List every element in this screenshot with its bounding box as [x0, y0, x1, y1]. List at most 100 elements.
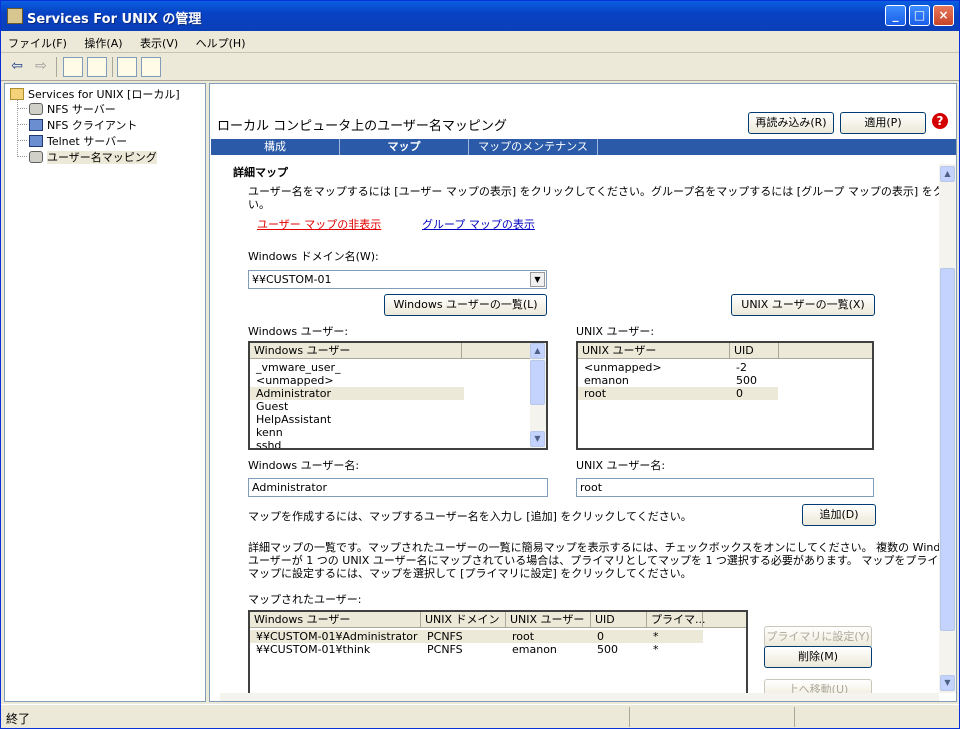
list-header: Windows ユーザー: [250, 343, 530, 359]
column-header-windows-user[interactable]: Windows ユーザー: [250, 343, 462, 359]
list-windows-users-button[interactable]: Windows ユーザーの一覧(L): [384, 294, 547, 316]
show-tree-icon[interactable]: [87, 57, 107, 77]
map-section: 詳細マップ ユーザー名をマップするには [ユーザー マップの表示] をクリックし…: [210, 164, 956, 701]
tab-map[interactable]: マップ: [340, 139, 469, 155]
list-unix-users-button[interactable]: UNIX ユーザーの一覧(X): [731, 294, 875, 316]
menu-bar: ファイル(F) 操作(A) 表示(V) ヘルプ(H): [1, 31, 959, 53]
tree-line: [17, 108, 27, 109]
title-bar[interactable]: Services For UNIX の管理 _ □ ×: [1, 1, 959, 31]
properties-icon[interactable]: [117, 57, 137, 77]
list-item[interactable]: emanon 500: [578, 374, 778, 387]
app-icon: [7, 8, 23, 24]
back-icon[interactable]: ⇦: [7, 57, 27, 77]
forward-icon[interactable]: ⇨: [31, 57, 51, 77]
map-description-wrap: い。: [248, 198, 270, 211]
mapped-users-list[interactable]: Windows ユーザー UNIX ドメイン UNIX ユーザー UID プライ…: [248, 610, 748, 696]
tree-item-nfs-client[interactable]: NFS クライアント: [29, 117, 137, 133]
help-icon[interactable]: ?: [932, 113, 948, 129]
details-pane: ローカル コンピュータ上のユーザー名マッピング 再読み込み(R) 適用(P) ?…: [209, 83, 957, 702]
windows-users-label: Windows ユーザー:: [248, 325, 349, 338]
database-icon: [29, 151, 43, 163]
unix-users-list[interactable]: UNIX ユーザー UID <unmapped> -2 emanon 500 r…: [576, 341, 874, 450]
scroll-thumb[interactable]: [530, 360, 545, 405]
list-scrollbar[interactable]: ▲ ▼: [530, 343, 546, 448]
list-item[interactable]: <unmapped> -2: [578, 361, 778, 374]
domain-label: Windows ドメイン名(W):: [248, 250, 379, 263]
scroll-down-icon[interactable]: ▼: [940, 675, 955, 691]
tab-bar: 構成 マップ マップのメンテナンス: [211, 139, 956, 155]
tab-map-maintenance[interactable]: マップのメンテナンス: [469, 139, 598, 155]
scroll-down-icon[interactable]: ▼: [530, 431, 545, 447]
chevron-down-icon[interactable]: ▼: [530, 272, 545, 287]
tree-line: [17, 156, 27, 157]
page-title: ローカル コンピュータ上のユーザー名マッピング: [217, 119, 507, 134]
list-item[interactable]: kenn: [250, 426, 464, 439]
windows-user-name-label: Windows ユーザー名:: [248, 459, 360, 472]
status-divider: [629, 707, 630, 727]
menu-file[interactable]: ファイル(F): [1, 31, 74, 51]
up-folder-icon[interactable]: [63, 57, 83, 77]
window-title: Services For UNIX の管理: [27, 12, 202, 27]
tab-configuration[interactable]: 構成: [211, 139, 340, 155]
map-description: ユーザー名をマップするには [ユーザー マップの表示] をクリックしてください。…: [248, 185, 957, 198]
tree-root[interactable]: Services for UNIX [ローカル]: [10, 86, 180, 102]
section-heading: 詳細マップ: [233, 166, 288, 179]
column-header-windows-user[interactable]: Windows ユーザー: [250, 612, 421, 628]
maximize-button[interactable]: □: [909, 5, 930, 26]
hide-user-map-link[interactable]: ユーザー マップの非表示: [257, 216, 381, 232]
list-item-selected[interactable]: root 0: [578, 387, 778, 400]
column-header-uid[interactable]: UID: [591, 612, 647, 628]
tree-line: [17, 124, 27, 125]
server-icon: [29, 103, 43, 115]
scroll-thumb[interactable]: [940, 268, 955, 631]
tree-item-nfs-server[interactable]: NFS サーバー: [29, 101, 116, 117]
scroll-up-icon[interactable]: ▲: [940, 166, 955, 182]
scroll-up-icon[interactable]: ▲: [530, 343, 545, 359]
horizontal-scrollbar[interactable]: [220, 693, 939, 701]
create-instruction: マップを作成するには、マップするユーザー名を入力し [追加] をクリックしてくだ…: [248, 510, 692, 523]
reload-button[interactable]: 再読み込み(R): [748, 112, 834, 134]
main-window: Services For UNIX の管理 _ □ × ファイル(F) 操作(A…: [0, 0, 960, 729]
apply-button[interactable]: 適用(P): [840, 112, 926, 134]
domain-select[interactable]: ¥¥CUSTOM-01 ▼: [248, 270, 547, 289]
list-item-selected[interactable]: Administrator: [250, 387, 464, 400]
help-topics-icon[interactable]: [141, 57, 161, 77]
close-button[interactable]: ×: [933, 5, 954, 26]
column-header-unix-domain[interactable]: UNIX ドメイン: [421, 612, 506, 628]
add-button[interactable]: 追加(D): [802, 504, 876, 526]
table-row[interactable]: ¥¥CUSTOM-01¥think PCNFS emanon 500 *: [250, 643, 703, 656]
list-item[interactable]: HelpAssistant: [250, 413, 464, 426]
unix-users-label: UNIX ユーザー:: [576, 325, 655, 338]
list-item[interactable]: <unmapped>: [250, 374, 464, 387]
status-bar: 終了: [1, 704, 959, 728]
tree-item-telnet-server[interactable]: Telnet サーバー: [29, 133, 127, 149]
column-header-uid[interactable]: UID: [730, 343, 779, 359]
toolbar-separator: [56, 57, 57, 77]
windows-users-list[interactable]: Windows ユーザー _vmware_user_ <unmapped> Ad…: [248, 341, 548, 450]
list-item[interactable]: Guest: [250, 400, 464, 413]
set-primary-button[interactable]: プライマリに設定(Y): [764, 626, 872, 648]
menu-action[interactable]: 操作(A): [77, 31, 129, 51]
unix-user-name-label: UNIX ユーザー名:: [576, 459, 666, 472]
list-item[interactable]: sshd: [250, 439, 464, 448]
delete-button[interactable]: 削除(M): [764, 646, 872, 668]
column-header-primary[interactable]: プライマ...: [647, 612, 706, 628]
menu-help[interactable]: ヘルプ(H): [189, 31, 253, 51]
minimize-button[interactable]: _: [885, 5, 906, 26]
unix-user-name-input[interactable]: root: [576, 478, 874, 497]
list-header: UNIX ユーザー UID: [578, 343, 872, 359]
status-divider: [794, 707, 795, 727]
tree-item-user-name-mapping[interactable]: ユーザー名マッピング: [29, 149, 157, 165]
menu-view[interactable]: 表示(V): [133, 31, 185, 51]
table-row-selected[interactable]: ¥¥CUSTOM-01¥Administrator PCNFS root 0 *: [250, 630, 703, 643]
column-header-unix-user[interactable]: UNIX ユーザー: [578, 343, 730, 359]
tree-line: [17, 140, 27, 141]
show-group-map-link[interactable]: グループ マップの表示: [422, 216, 535, 232]
vertical-scrollbar[interactable]: ▲ ▼: [939, 164, 956, 693]
column-header-unix-user[interactable]: UNIX ユーザー: [506, 612, 591, 628]
mapped-description-line-3: マップに設定するには、マップを選択して [プライマリに設定] をクリックしてくだ…: [248, 567, 692, 580]
computer-icon: [29, 135, 43, 147]
list-item[interactable]: _vmware_user_: [250, 361, 464, 374]
toolbar-separator: [112, 57, 113, 77]
windows-user-name-input[interactable]: Administrator: [248, 478, 548, 497]
